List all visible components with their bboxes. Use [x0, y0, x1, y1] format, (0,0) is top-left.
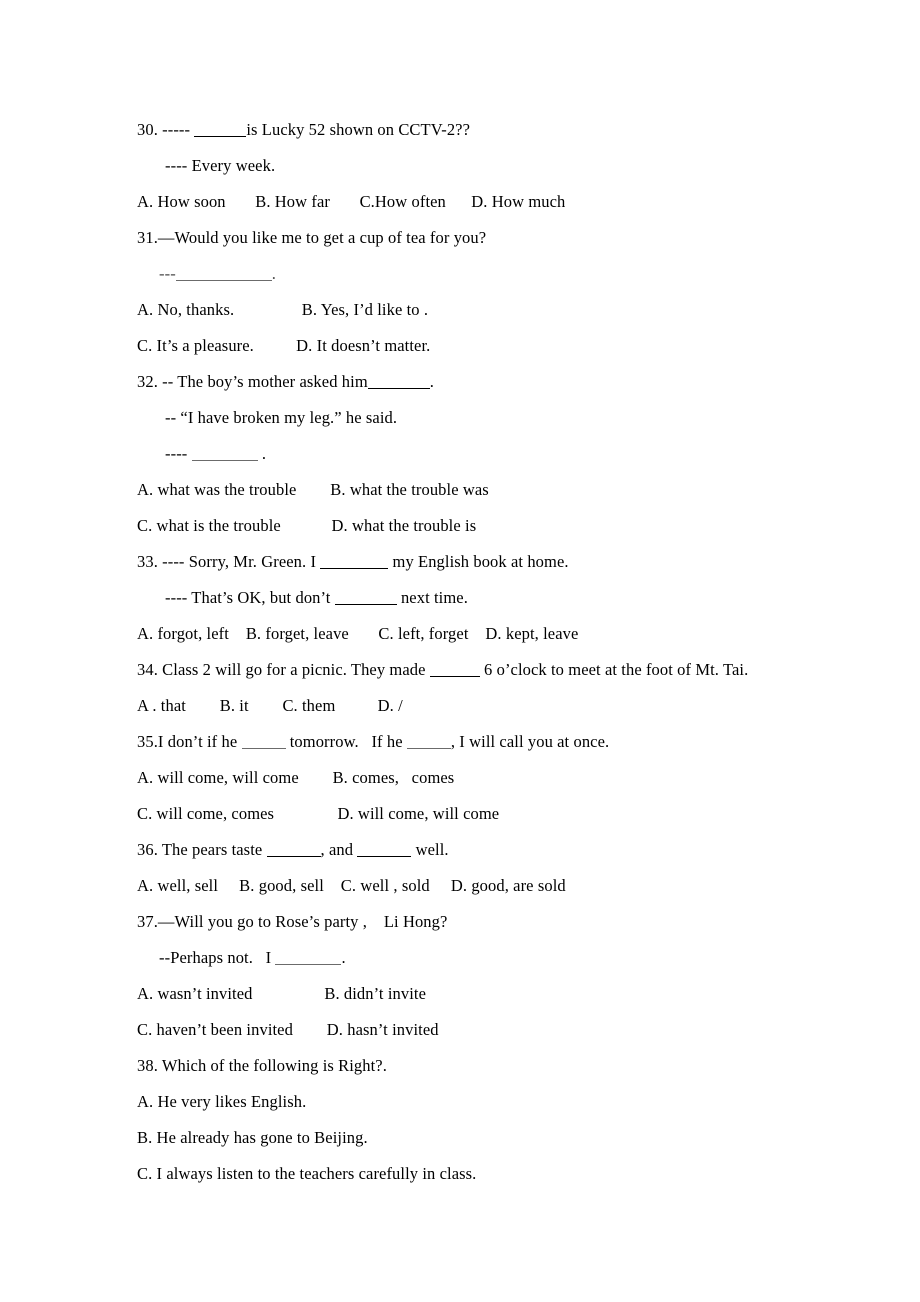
- fill-in-blank: [194, 119, 247, 138]
- question-30-stem-line-1: 30. ----- is Lucky 52 shown on CCTV-2??: [137, 112, 877, 148]
- q31-stem-text-b: .: [271, 264, 277, 283]
- fill-in-blank: [275, 947, 342, 966]
- q31-stem-text-a: ---: [159, 264, 176, 283]
- q33-stem-text-d: next time.: [396, 588, 468, 607]
- q34-stem-text-b: 6 o’clock to meet at the foot of Mt. Tai…: [479, 660, 749, 679]
- question-38-option-a: A. He very likes English.: [137, 1092, 307, 1111]
- question-37-options-cd: C. haven’t been invited D. hasn’t invite…: [137, 1020, 439, 1039]
- question-31-stem-line-2: ---.: [137, 256, 877, 292]
- q33-stem-text-b: my English book at home.: [388, 552, 569, 571]
- q34-stem-text-a: 34. Class 2 will go for a picnic. They m…: [137, 660, 430, 679]
- question-32-stem-line-1: 32. -- The boy’s mother asked him.: [137, 364, 877, 400]
- question-31-options-cd: C. It’s a pleasure. D. It doesn’t matter…: [137, 336, 431, 355]
- q35-stem-text-c: , I will call you at once.: [450, 732, 610, 751]
- question-33-stem-line-2: ---- That’s OK, but don’t next time.: [137, 580, 877, 616]
- question-37-options-ab: A. wasn’t invited B. didn’t invite: [137, 984, 427, 1003]
- question-34-options: A . that B. it C. them D. /: [137, 696, 403, 715]
- question-38-stem-line-1: 38. Which of the following is Right?.: [137, 1056, 387, 1075]
- fill-in-blank: [241, 731, 286, 750]
- fill-in-blank: [175, 263, 272, 282]
- q36-stem-text-a: 36. The pears taste: [137, 840, 267, 859]
- question-32-options-ab: A. what was the trouble B. what the trou…: [137, 480, 489, 499]
- question-31-stem-line-1: 31.—Would you like me to get a cup of te…: [137, 228, 487, 247]
- q33-stem-text-a: 33. ---- Sorry, Mr. Green. I: [137, 552, 321, 571]
- question-32-stem-line-2: -- “I have broken my leg.” he said.: [165, 408, 398, 427]
- question-38-option-c: C. I always listen to the teachers caref…: [137, 1164, 477, 1183]
- q33-stem-text-c: ---- That’s OK, but don’t: [165, 588, 335, 607]
- fill-in-blank: [429, 659, 480, 678]
- fill-in-blank: [334, 587, 397, 606]
- q37-stem-text-a: --Perhaps not. I: [159, 948, 276, 967]
- q30-stem-text-a: 30. -----: [137, 120, 195, 139]
- q36-stem-text-b: , and: [320, 840, 358, 859]
- question-30-stem-line-2: ---- Every week.: [165, 156, 276, 175]
- question-36-stem-line-1: 36. The pears taste , and well.: [137, 832, 877, 868]
- fill-in-blank: [406, 731, 451, 750]
- question-36-options: A. well, sell B. good, sell C. well , so…: [137, 876, 566, 895]
- q30-stem-text-b: is Lucky 52 shown on CCTV-2??: [246, 120, 471, 139]
- question-35-stem-line-1: 35.I don’t if he tomorrow. If he , I wil…: [137, 724, 877, 760]
- q32-stem-text-b: .: [429, 372, 434, 391]
- question-33-options: A. forgot, left B. forget, leave C. left…: [137, 624, 579, 643]
- q36-stem-text-c: well.: [411, 840, 449, 859]
- q35-stem-text-b: tomorrow. If he: [285, 732, 407, 751]
- fill-in-blank: [367, 371, 430, 390]
- q32-stem-text-a: 32. -- The boy’s mother asked him: [137, 372, 368, 391]
- question-33-stem-line-1: 33. ---- Sorry, Mr. Green. I my English …: [137, 544, 877, 580]
- q32-stem-text-c: ----: [165, 444, 192, 463]
- fill-in-blank: [320, 551, 389, 570]
- question-34-stem-line-1: 34. Class 2 will go for a picnic. They m…: [137, 652, 877, 688]
- question-31-options-ab: A. No, thanks. B. Yes, I’d like to .: [137, 300, 429, 319]
- q37-stem-text-b: .: [341, 948, 346, 967]
- question-38-option-b: B. He already has gone to Beijing.: [137, 1128, 368, 1147]
- question-35-options-cd: C. will come, comes D. will come, will c…: [137, 804, 500, 823]
- question-list: 30. ----- is Lucky 52 shown on CCTV-2?? …: [137, 112, 877, 1192]
- question-35-options-ab: A. will come, will come B. comes, comes: [137, 768, 455, 787]
- fill-in-blank: [191, 443, 258, 462]
- question-32-stem-line-3: ---- .: [137, 436, 877, 472]
- document-page: 30. ----- is Lucky 52 shown on CCTV-2?? …: [0, 0, 920, 1302]
- q35-stem-text-a: 35.I don’t if he: [137, 732, 242, 751]
- question-32-options-cd: C. what is the trouble D. what the troub…: [137, 516, 477, 535]
- q32-stem-text-d: .: [257, 444, 267, 463]
- fill-in-blank: [266, 839, 321, 858]
- fill-in-blank: [357, 839, 412, 858]
- question-30-options: A. How soon B. How far C.How often D. Ho…: [137, 192, 566, 211]
- question-37-stem-line-1: 37.—Will you go to Rose’s party , Li Hon…: [137, 912, 448, 931]
- question-37-stem-line-2: --Perhaps not. I .: [137, 940, 877, 976]
